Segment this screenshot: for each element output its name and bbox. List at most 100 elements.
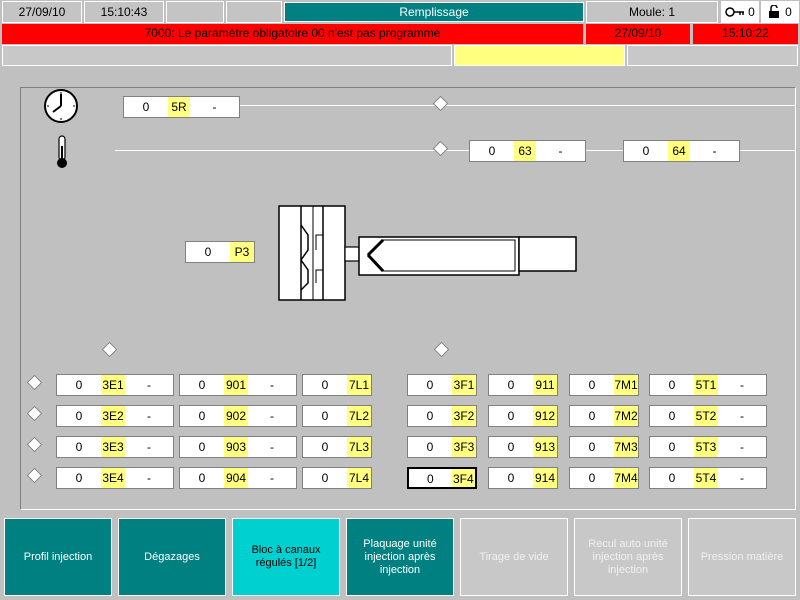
lock-count: 0 [785, 5, 792, 19]
field-value: 0 [650, 406, 694, 426]
field-value: 0 [303, 406, 347, 426]
value-field-7L2[interactable]: 0 7L2 [302, 405, 372, 427]
value-field-7L1[interactable]: 0 7L1 [302, 374, 372, 396]
field-id: 5T2 [694, 406, 718, 426]
field-id: 3E2 [101, 406, 125, 426]
field-id: 914 [533, 468, 557, 488]
function-button-3[interactable]: Bloc à canaux régulés [1/2] [232, 518, 340, 596]
field-unit: - [125, 375, 173, 395]
cycle-time-field[interactable]: 0 5R - [123, 96, 240, 118]
field-id: 5T3 [694, 437, 718, 457]
value-field-7M4[interactable]: 0 7M4 [569, 467, 639, 489]
field-value: 0 [180, 437, 224, 457]
function-button-5[interactable]: Tirage de vide [460, 518, 568, 596]
function-button-6[interactable]: Recul auto unité injection après injecti… [574, 518, 682, 596]
clock-icon [44, 89, 78, 123]
value-field-7M1[interactable]: 0 7M1 [569, 374, 639, 396]
field-id: 7L2 [347, 406, 371, 426]
value-field-5T1[interactable]: 0 5T1- [649, 374, 767, 396]
field-value: 0 [303, 437, 347, 457]
value-field-3F4[interactable]: 0 3F4 [407, 467, 477, 489]
value-field-3E1[interactable]: 0 3E1- [56, 374, 174, 396]
status-field-highlight [454, 45, 625, 66]
function-button-2[interactable]: Dégazages [118, 518, 226, 596]
field-value: 0 [489, 437, 533, 457]
field-unit: - [718, 406, 766, 426]
value-field-7L3[interactable]: 0 7L3 [302, 436, 372, 458]
value-field-5T4[interactable]: 0 5T4- [649, 467, 767, 489]
field-value: 0 [570, 375, 614, 395]
field-id: 3F1 [452, 375, 476, 395]
value-field-902[interactable]: 0 902- [179, 405, 297, 427]
value-field-912[interactable]: 0 912 [488, 405, 558, 427]
field-id: 911 [533, 375, 557, 395]
value-field-911[interactable]: 0 911 [488, 374, 558, 396]
header-empty-2 [226, 1, 282, 23]
field-value: 0 [57, 375, 101, 395]
value-field-3E2[interactable]: 0 3E2- [56, 405, 174, 427]
field-unit: - [125, 437, 173, 457]
value-field-903[interactable]: 0 903- [179, 436, 297, 458]
field-id: 7L3 [347, 437, 371, 457]
field-value: 0 [408, 375, 452, 395]
lock-status[interactable]: 0 [761, 1, 799, 23]
timeline-line [240, 105, 796, 106]
header-time: 15:10:43 [84, 1, 164, 23]
value-field-3F1[interactable]: 0 3F1 [407, 374, 477, 396]
status-field-1 [2, 45, 452, 66]
alarm-message[interactable]: 7000: Le paramètre obligatoire 00 n'est … [2, 24, 583, 44]
field-unit: - [248, 406, 296, 426]
field-unit: - [718, 375, 766, 395]
pressure-field[interactable]: 0 P3 [185, 241, 255, 263]
field-id: 5T4 [694, 468, 718, 488]
field-id: 5R [168, 97, 190, 117]
field-value: 0 [303, 375, 347, 395]
field-id: 902 [224, 406, 248, 426]
value-field-914[interactable]: 0 914 [488, 467, 558, 489]
field-id: 64 [668, 141, 690, 161]
field-value: 0 [57, 406, 101, 426]
key-icon [725, 7, 745, 17]
function-button-7[interactable]: Pression matière [688, 518, 796, 596]
field-unit: - [248, 468, 296, 488]
value-field-904[interactable]: 0 904- [179, 467, 297, 489]
value-field-7M3[interactable]: 0 7M3 [569, 436, 639, 458]
field-value: 0 [650, 468, 694, 488]
mould-label: Moule: 1 [586, 1, 718, 23]
field-value: 0 [180, 468, 224, 488]
value-field-3F2[interactable]: 0 3F2 [407, 405, 477, 427]
temperature-field-b[interactable]: 0 64 - [623, 140, 740, 162]
value-field-3E3[interactable]: 0 3E3- [56, 436, 174, 458]
field-value: 0 [570, 468, 614, 488]
value-field-5T2[interactable]: 0 5T2- [649, 405, 767, 427]
field-value: 0 [124, 97, 168, 117]
temperature-field-a[interactable]: 0 63 - [469, 140, 586, 162]
value-field-7L4[interactable]: 0 7L4 [302, 467, 372, 489]
field-id: 7M1 [614, 375, 638, 395]
field-value: 0 [650, 437, 694, 457]
value-field-3F3[interactable]: 0 3F3 [407, 436, 477, 458]
value-field-3E4[interactable]: 0 3E4- [56, 467, 174, 489]
field-unit: - [248, 437, 296, 457]
field-id: 3E4 [101, 468, 125, 488]
field-value: 0 [489, 375, 533, 395]
value-field-913[interactable]: 0 913 [488, 436, 558, 458]
thermometer-icon [57, 135, 67, 168]
field-id: 903 [224, 437, 248, 457]
key-status[interactable]: 0 [721, 1, 759, 23]
field-unit: - [718, 437, 766, 457]
field-id: 3F2 [452, 406, 476, 426]
field-id: 7M4 [614, 468, 638, 488]
field-value: 0 [180, 406, 224, 426]
field-id: 63 [514, 141, 536, 161]
function-button-1[interactable]: Profil injection [4, 518, 112, 596]
value-field-5T3[interactable]: 0 5T3- [649, 436, 767, 458]
field-id: 7M3 [614, 437, 638, 457]
field-id: P3 [230, 242, 254, 262]
field-id: 3E1 [101, 375, 125, 395]
injection-unit-diagram [278, 205, 577, 301]
function-button-4[interactable]: Plaquage unité injection après injection [346, 518, 454, 596]
value-field-901[interactable]: 0 901- [179, 374, 297, 396]
field-unit: - [536, 141, 585, 161]
value-field-7M2[interactable]: 0 7M2 [569, 405, 639, 427]
